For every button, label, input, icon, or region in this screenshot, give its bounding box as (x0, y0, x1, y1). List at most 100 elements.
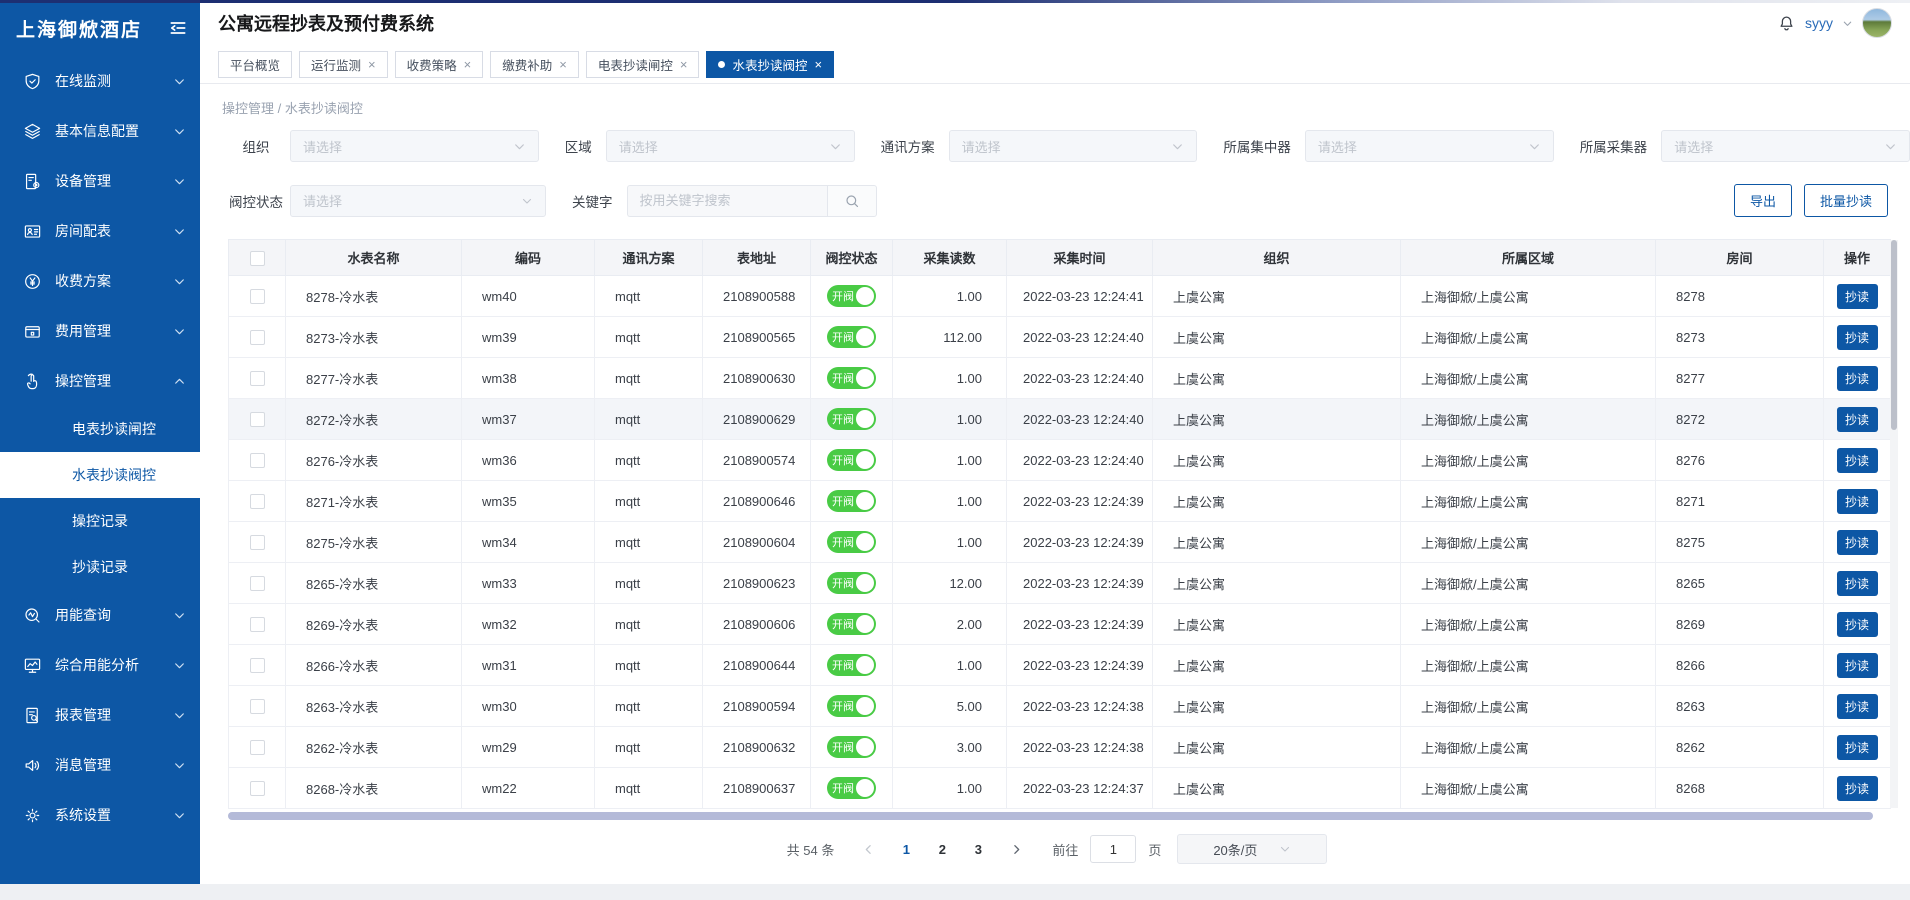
table-vertical-scrollbar[interactable] (1890, 240, 1898, 808)
goto-page-input[interactable] (1090, 835, 1136, 863)
search-button[interactable] (827, 185, 877, 217)
valve-toggle[interactable]: 开阀 (827, 285, 876, 307)
sidebar-item[interactable]: 在线监测 (0, 56, 200, 106)
toggle-knob (856, 451, 874, 469)
page-number-button[interactable]: 1 (892, 835, 920, 863)
valve-toggle[interactable]: 开阀 (827, 613, 876, 635)
sidebar-item[interactable]: 综合用能分析 (0, 640, 200, 690)
read-button[interactable]: 抄读 (1837, 448, 1878, 473)
read-button[interactable]: 抄读 (1837, 366, 1878, 391)
export-button[interactable]: 导出 (1734, 184, 1792, 217)
tab[interactable]: 缴费补助× (490, 51, 579, 78)
tab[interactable]: 平台概览 (218, 51, 292, 78)
row-checkbox[interactable] (250, 781, 265, 796)
valve-toggle[interactable]: 开阀 (827, 654, 876, 676)
read-button[interactable]: 抄读 (1837, 325, 1878, 350)
read-button[interactable]: 抄读 (1837, 530, 1878, 555)
prev-page-button[interactable] (854, 835, 882, 863)
select-all-checkbox[interactable] (250, 251, 265, 266)
table-horizontal-scrollbar[interactable] (228, 812, 1890, 822)
close-icon[interactable]: × (464, 58, 472, 71)
valve-toggle[interactable]: 开阀 (827, 490, 876, 512)
row-checkbox[interactable] (250, 453, 265, 468)
sidebar-item[interactable]: 系统设置 (0, 790, 200, 840)
read-button[interactable]: 抄读 (1837, 735, 1878, 760)
tab[interactable]: 收费策略× (395, 51, 484, 78)
sidebar-subitem[interactable]: 抄读记录 (0, 544, 200, 590)
username[interactable]: syyy (1805, 15, 1833, 31)
valve-toggle[interactable]: 开阀 (827, 572, 876, 594)
table-row: 8268-冷水表wm22mqtt2108900637开阀1.002022-03-… (229, 768, 1891, 809)
bell-icon[interactable] (1777, 14, 1796, 33)
scrollbar-thumb[interactable] (1891, 240, 1897, 430)
valve-toggle[interactable]: 开阀 (827, 367, 876, 389)
sidebar-item[interactable]: 报表管理 (0, 690, 200, 740)
sidebar-item[interactable]: 消息管理 (0, 740, 200, 790)
read-button[interactable]: 抄读 (1837, 612, 1878, 637)
valve-toggle[interactable]: 开阀 (827, 695, 876, 717)
close-icon[interactable]: × (680, 58, 688, 71)
chevron-down-icon[interactable] (1842, 18, 1853, 29)
filter-label: 所属采集器 (1580, 136, 1648, 156)
page-number-button[interactable]: 3 (964, 835, 992, 863)
sidebar-collapse-icon[interactable] (168, 18, 188, 38)
keyword-input[interactable] (627, 185, 827, 217)
valve-toggle[interactable]: 开阀 (827, 531, 876, 553)
sidebar-subitem[interactable]: 操控记录 (0, 498, 200, 544)
close-icon[interactable]: × (559, 58, 567, 71)
next-page-button[interactable] (1002, 835, 1030, 863)
row-checkbox[interactable] (250, 330, 265, 345)
reading-cell: 1.00 (893, 768, 1007, 809)
sidebar-item[interactable]: 基本信息配置 (0, 106, 200, 156)
sidebar-item[interactable]: 房间配表 (0, 206, 200, 256)
sidebar-item[interactable]: 操控管理 (0, 356, 200, 406)
read-button[interactable]: 抄读 (1837, 776, 1878, 801)
close-icon[interactable]: × (814, 58, 822, 71)
scrollbar-thumb[interactable] (228, 812, 1873, 820)
valve-status-select[interactable]: 请选择 (290, 185, 546, 217)
filter-select[interactable]: 请选择 (949, 130, 1198, 162)
batch-read-button[interactable]: 批量抄读 (1804, 184, 1888, 217)
filter-select[interactable]: 请选择 (606, 130, 855, 162)
sidebar-subitem[interactable]: 水表抄读阀控 (0, 452, 200, 498)
row-checkbox[interactable] (250, 371, 265, 386)
read-button[interactable]: 抄读 (1837, 284, 1878, 309)
row-checkbox[interactable] (250, 740, 265, 755)
page-size-select[interactable]: 20条/页 (1177, 834, 1327, 864)
tab[interactable]: 电表抄读闸控× (586, 51, 700, 78)
read-button[interactable]: 抄读 (1837, 653, 1878, 678)
page-number-button[interactable]: 2 (928, 835, 956, 863)
row-checkbox[interactable] (250, 658, 265, 673)
sidebar-item[interactable]: 用能查询 (0, 590, 200, 640)
sidebar-subitem[interactable]: 电表抄读闸控 (0, 406, 200, 452)
read-button[interactable]: 抄读 (1837, 694, 1878, 719)
sidebar-item[interactable]: 收费方案 (0, 256, 200, 306)
valve-toggle[interactable]: 开阀 (827, 777, 876, 799)
close-icon[interactable]: × (368, 58, 376, 71)
chevron-down-icon (173, 609, 186, 622)
valve-toggle[interactable]: 开阀 (827, 408, 876, 430)
filter-select[interactable]: 请选择 (1661, 130, 1910, 162)
row-checkbox[interactable] (250, 494, 265, 509)
row-checkbox[interactable] (250, 699, 265, 714)
valve-toggle[interactable]: 开阀 (827, 326, 876, 348)
row-checkbox[interactable] (250, 535, 265, 550)
chevron-down-icon (173, 125, 186, 138)
filter-select[interactable]: 请选择 (1305, 130, 1554, 162)
sidebar-item[interactable]: 设备管理 (0, 156, 200, 206)
read-button[interactable]: 抄读 (1837, 571, 1878, 596)
valve-toggle[interactable]: 开阀 (827, 736, 876, 758)
filter-select[interactable]: 请选择 (290, 130, 539, 162)
avatar[interactable] (1862, 8, 1892, 38)
tab[interactable]: 运行监测× (299, 51, 388, 78)
valve-toggle[interactable]: 开阀 (827, 449, 876, 471)
row-checkbox[interactable] (250, 576, 265, 591)
area-cell: 上海御焮/上虞公寓 (1401, 481, 1656, 522)
read-button[interactable]: 抄读 (1837, 407, 1878, 432)
read-button[interactable]: 抄读 (1837, 489, 1878, 514)
row-checkbox[interactable] (250, 412, 265, 427)
sidebar-item[interactable]: 费用管理 (0, 306, 200, 356)
row-checkbox[interactable] (250, 289, 265, 304)
row-checkbox[interactable] (250, 617, 265, 632)
tab[interactable]: 水表抄读阀控× (706, 51, 834, 78)
